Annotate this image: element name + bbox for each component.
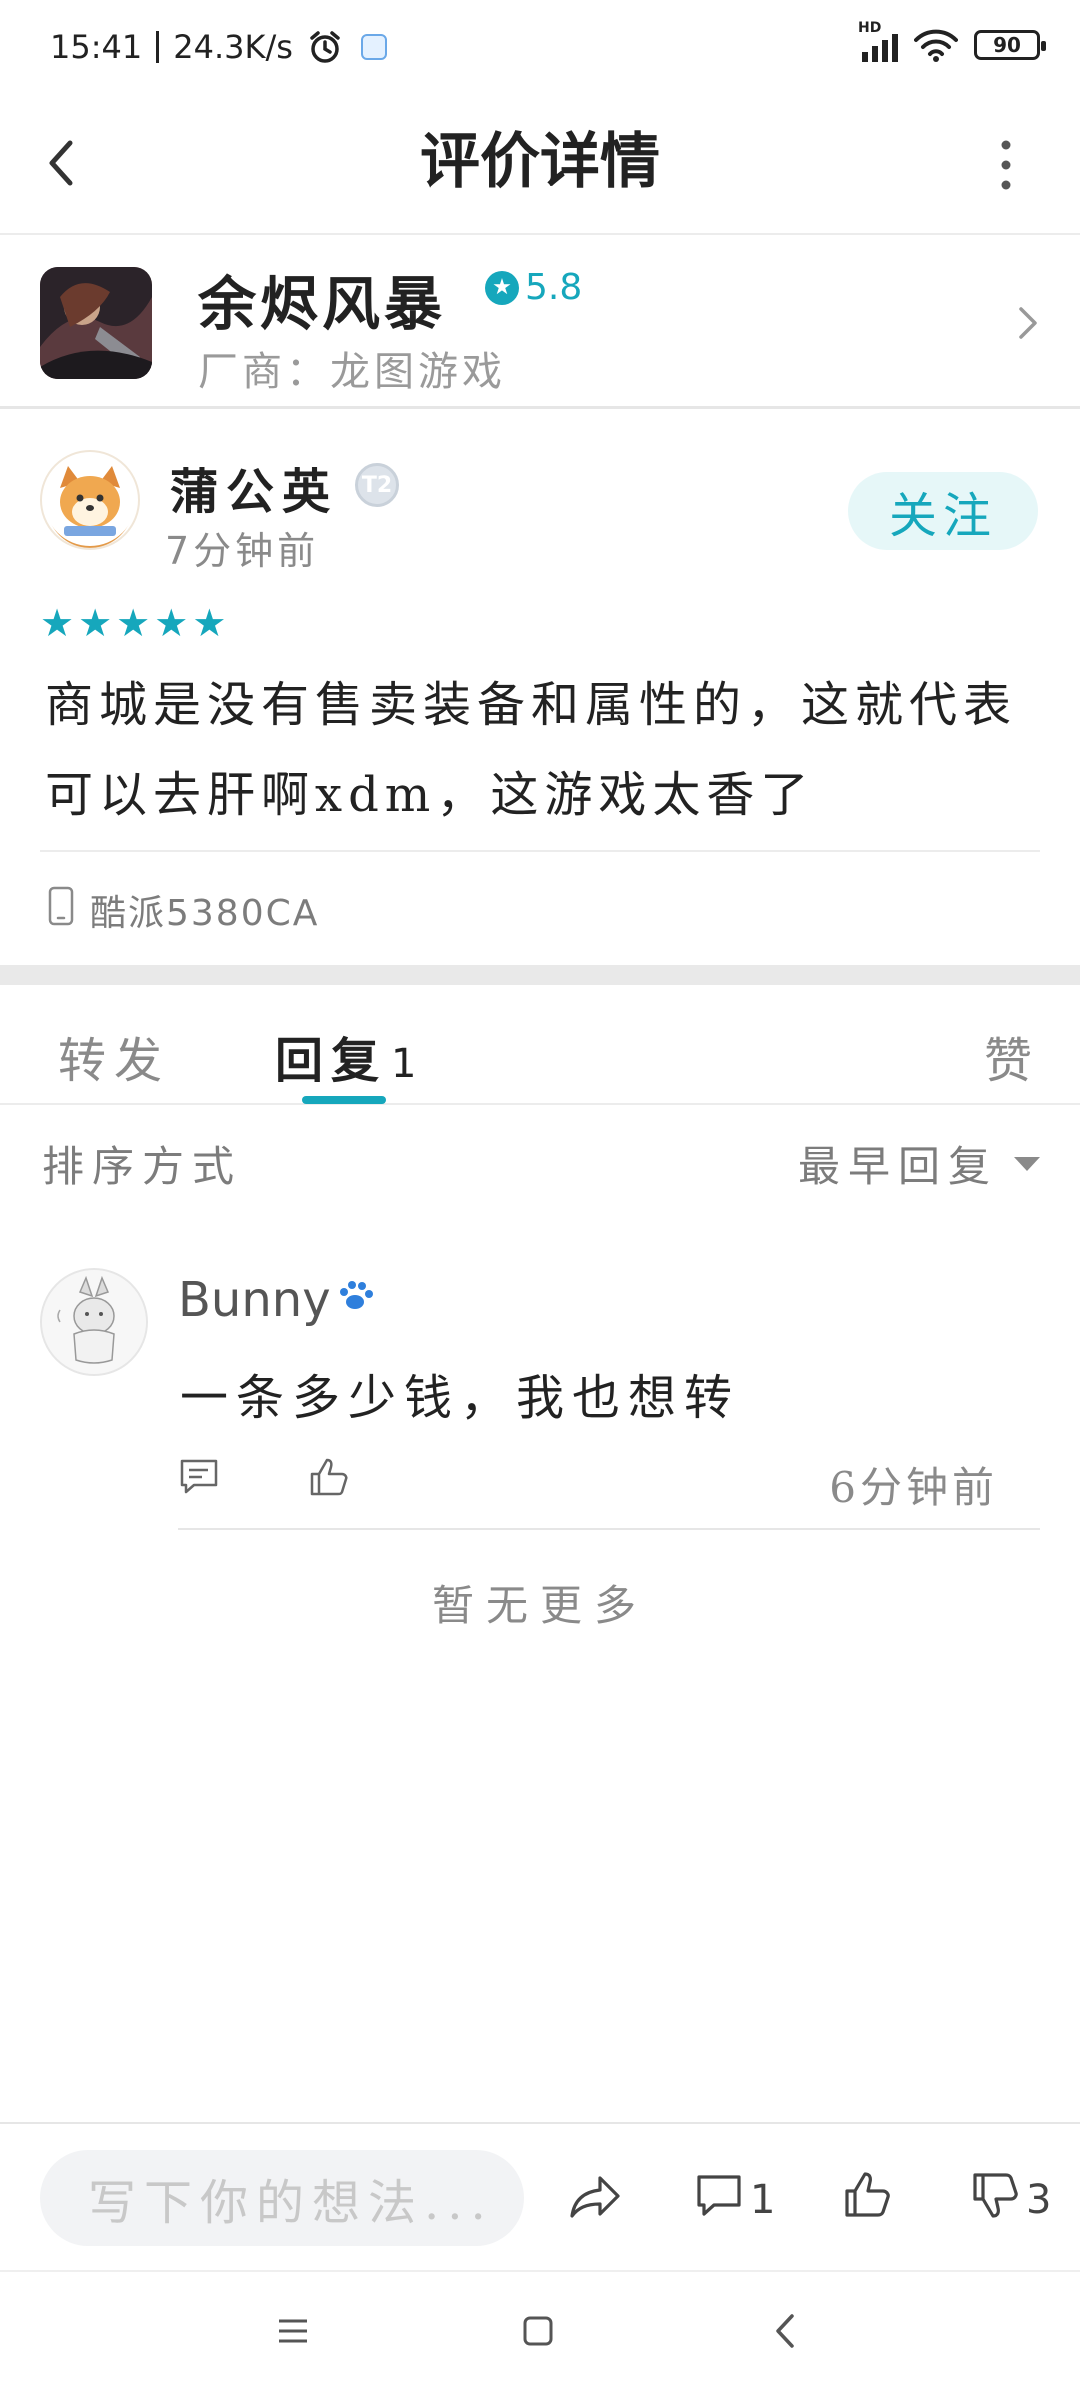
- system-nav-bar: [0, 2270, 1080, 2400]
- rating-stars: ★ ★ ★ ★ ★: [40, 604, 226, 642]
- status-separator: [156, 31, 160, 63]
- more-vertical-icon[interactable]: [996, 137, 1016, 193]
- game-title: 余烬风暴: [198, 270, 447, 338]
- star-icon: ★: [40, 601, 75, 645]
- tab-like[interactable]: 赞: [984, 1021, 1040, 1091]
- bottom-action-bar: 写下你的想法... 1 3: [0, 2122, 1080, 2270]
- tab-bar: 转发 回复 1 赞: [0, 985, 1080, 1105]
- user-level-badge: T2: [355, 463, 399, 507]
- app-notification-icon: [360, 34, 387, 60]
- thumb-down-icon: [970, 2170, 1020, 2230]
- dislike-button[interactable]: 3: [970, 2170, 1051, 2230]
- comment-count: 1: [750, 2177, 776, 2223]
- commenter-avatar[interactable]: [40, 1268, 148, 1376]
- status-right: HD 90: [858, 20, 1046, 62]
- vendor-name: 龙图游戏: [330, 349, 506, 395]
- battery-indicator: 90: [974, 30, 1046, 60]
- status-left: 15:41 24.3K/s: [50, 28, 387, 66]
- vendor-label: 厂商：: [198, 349, 330, 395]
- phone-icon: [48, 886, 74, 935]
- star-icon: ★: [192, 601, 227, 645]
- no-more-text: 暂无更多: [431, 1581, 648, 1630]
- paw-icon: [335, 1272, 377, 1328]
- wifi-icon: [914, 28, 958, 62]
- thumb-up-icon: [842, 2170, 892, 2230]
- tab-reply-label: 回复: [275, 1033, 388, 1089]
- sort-label: 排序方式: [42, 1142, 243, 1191]
- comment-input-placeholder: 写下你的想法...: [88, 2175, 494, 2231]
- status-bar: 15:41 24.3K/s HD 90: [0, 0, 1080, 95]
- header: 评价详情: [0, 95, 1080, 235]
- comment-button[interactable]: 1: [694, 2170, 775, 2230]
- divider: [40, 850, 1040, 852]
- star-icon: ★: [116, 601, 151, 645]
- device-info: 酷派5380CA: [48, 884, 319, 936]
- star-icon: ★: [78, 601, 113, 645]
- thumb-up-icon[interactable]: [308, 1456, 350, 1502]
- reviewer-avatar[interactable]: [40, 450, 140, 550]
- signal-icon: HD: [858, 20, 898, 62]
- game-score: ★ 5.8: [485, 267, 582, 308]
- comment-time: 6分钟前: [829, 1463, 998, 1512]
- user-level: T2: [361, 472, 393, 498]
- follow-button[interactable]: 关注: [848, 472, 1038, 550]
- alarm-icon: [307, 29, 343, 65]
- share-button[interactable]: [568, 2170, 624, 2232]
- star-icon: ★: [154, 601, 189, 645]
- comment-icon[interactable]: [178, 1456, 220, 1502]
- commenter-username[interactable]: Bunny: [178, 1272, 377, 1328]
- game-score-value: 5.8: [525, 267, 583, 308]
- section-gap: [0, 965, 1080, 985]
- nav-back-icon[interactable]: [772, 2312, 798, 2354]
- comment-input[interactable]: 写下你的想法...: [40, 2150, 524, 2246]
- tab-forward[interactable]: 转发: [58, 1021, 170, 1091]
- tab-reply-count: 1: [391, 1041, 417, 1087]
- home-icon[interactable]: [522, 2315, 554, 2351]
- battery-level: 90: [993, 33, 1021, 57]
- game-vendor: 厂商：龙图游戏: [198, 339, 506, 397]
- network-type: HD: [858, 20, 882, 36]
- active-tab-indicator: [302, 1096, 386, 1104]
- review-text: 商城是没有售卖装备和属性的，这就代表可以去肝啊xdm，这游戏太香了: [45, 677, 1018, 823]
- chevron-right-icon: [1016, 303, 1040, 347]
- game-icon: [40, 267, 152, 379]
- sort-dropdown[interactable]: 最早回复: [798, 1133, 1040, 1194]
- tab-reply[interactable]: 回复 1: [275, 1021, 416, 1091]
- star-icon: ★: [485, 270, 519, 305]
- like-button[interactable]: [842, 2170, 892, 2230]
- chevron-down-icon: [1014, 1156, 1040, 1171]
- commenter-name: Bunny: [178, 1272, 331, 1328]
- menu-icon[interactable]: [276, 2316, 310, 2350]
- status-time: 15:41: [50, 28, 143, 66]
- page-title: 评价详情: [420, 127, 660, 197]
- reviewer-username[interactable]: 蒲公英: [170, 452, 338, 522]
- sort-selected: 最早回复: [797, 1142, 998, 1191]
- divider: [178, 1528, 1040, 1530]
- status-net-speed: 24.3K/s: [173, 28, 293, 66]
- share-icon: [568, 2170, 624, 2232]
- comment-text: 一条多少钱，我也想转: [180, 1370, 741, 1426]
- review-time: 7分钟前: [165, 529, 320, 573]
- game-card[interactable]: 余烬风暴 ★ 5.8 厂商：龙图游戏: [0, 237, 1080, 409]
- comment-actions: 6分钟前: [178, 1454, 998, 1512]
- comment-icon: [694, 2170, 744, 2230]
- dislike-count: 3: [1026, 2177, 1052, 2223]
- device-name: 酷派5380CA: [90, 893, 320, 934]
